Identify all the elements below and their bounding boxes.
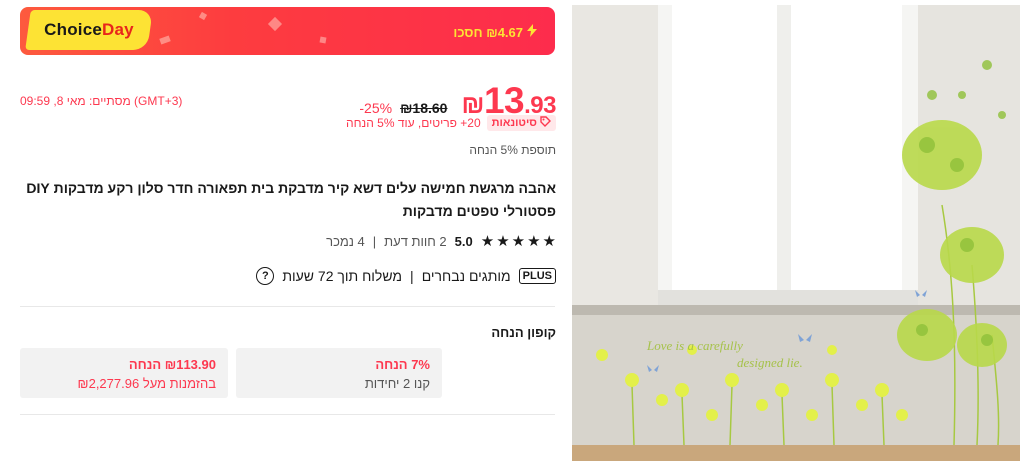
tag-icon xyxy=(540,116,551,130)
shipping-row: PLUS מותגים נבחרים | משלוח תוך 72 שעות ? xyxy=(256,267,556,285)
rating-stars: ★ ★ ★ ★ ★ xyxy=(481,232,556,250)
extra-discount-note: תוספת 5% הנחה xyxy=(469,143,556,157)
coupon-condition: קנו 2 יחידות xyxy=(364,376,430,391)
coupon-card[interactable]: 7% הנחה קנו 2 יחידות xyxy=(236,348,442,398)
separator: | xyxy=(410,268,414,284)
wholesale-badge: סיטונאות xyxy=(486,115,556,131)
coupon-card[interactable]: ₪113.90 הנחה בהזמנות מעל ₪2,277.96 xyxy=(20,348,228,398)
wholesale-row: סיטונאות 20+ פריטים, עוד 5% הנחה xyxy=(346,115,556,131)
product-title: אהבה מרגשת חמישה עלים דשא קיר מדבקת בית … xyxy=(26,180,556,219)
wholesale-badge-label: סיטונאות xyxy=(491,117,537,129)
original-price: ₪18.60 xyxy=(400,100,448,116)
divider xyxy=(20,414,555,415)
sale-end-time: מסתיים: מאי 8, 09:59 (GMT+3) xyxy=(20,94,183,108)
choice-text: Choice xyxy=(44,20,103,39)
image-overlay-text: designed lie. xyxy=(737,355,803,370)
choice-day-banner: Choice Day ₪4.67 חסכו xyxy=(20,7,555,55)
savings-label: ₪4.67 חסכו xyxy=(453,21,537,43)
rating-row: ★ ★ ★ ★ ★ 5.0 2 חוות דעת | 4 נמכר xyxy=(326,232,556,250)
reviews-link[interactable]: 2 חוות דעת xyxy=(384,234,447,249)
star-icon: ★ xyxy=(496,233,510,250)
product-image[interactable]: Love is a carefully designed lie. xyxy=(572,5,1020,461)
star-icon: ★ xyxy=(527,233,541,250)
separator: | xyxy=(372,233,377,249)
savings-text: ₪4.67 חסכו xyxy=(453,24,523,40)
rating-value: 5.0 xyxy=(454,233,473,249)
lightning-icon xyxy=(527,24,537,40)
discount-percent: -25% xyxy=(359,100,393,116)
star-icon: ★ xyxy=(511,233,526,250)
coupon-discount: ₪113.90 הנחה xyxy=(128,357,216,372)
delivery-time-text: משלוח תוך 72 שעות xyxy=(282,268,403,284)
coupon-condition: בהזמנות מעל ₪2,277.96 xyxy=(77,376,216,391)
help-icon[interactable]: ? xyxy=(256,267,275,285)
coupon-section-title: קופון הנחה xyxy=(491,325,556,340)
wholesale-text: 20+ פריטים, עוד 5% הנחה xyxy=(346,116,481,130)
day-text: Day xyxy=(102,20,134,39)
star-icon: ★ xyxy=(480,233,495,250)
selected-brands-text: מותגים נבחרים xyxy=(421,268,511,284)
image-overlay-text: Love is a carefully xyxy=(646,338,743,353)
plus-badge: PLUS xyxy=(518,268,556,284)
divider xyxy=(20,306,555,307)
star-icon: ★ xyxy=(542,233,556,250)
choice-day-logo: Choice Day xyxy=(28,10,150,50)
sold-count: 4 נמכר xyxy=(326,233,365,249)
coupon-discount: 7% הנחה xyxy=(375,357,430,372)
